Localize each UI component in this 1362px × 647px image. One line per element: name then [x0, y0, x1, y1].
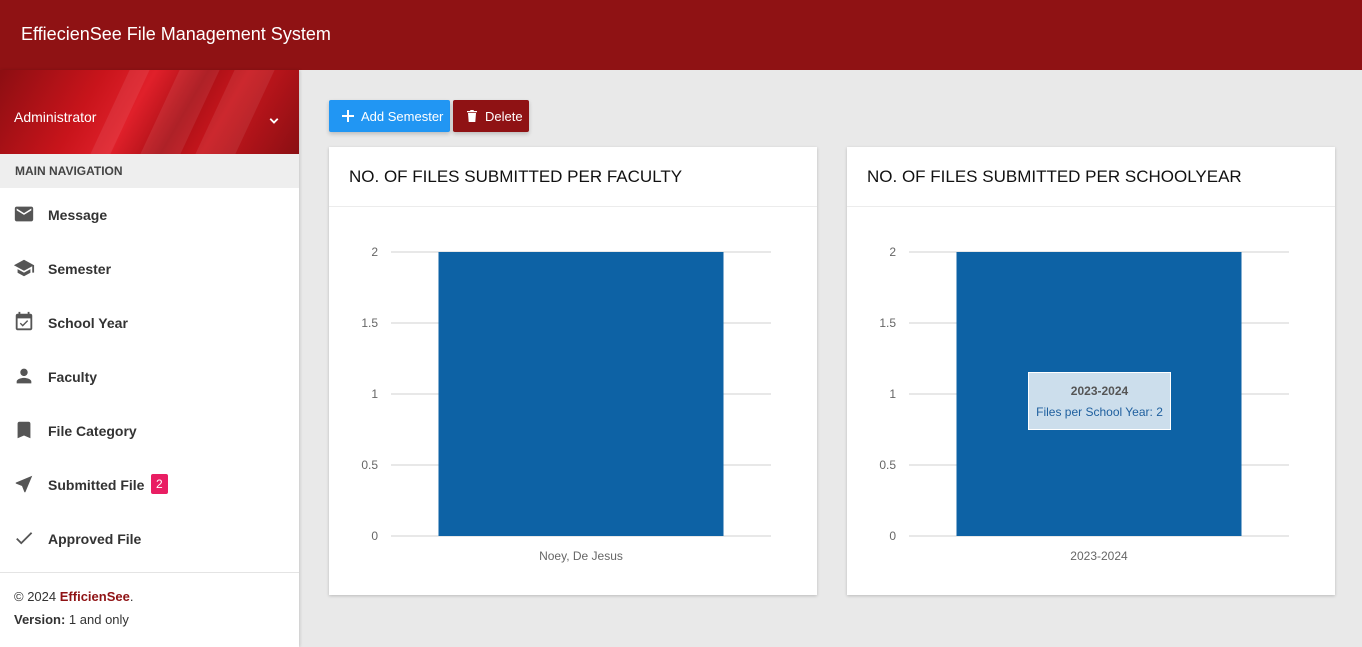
app-title: EffiecienSee File Management System — [21, 24, 331, 44]
version-value: 1 and only — [68, 612, 129, 627]
sidebar-item-approved-file[interactable]: Approved File — [0, 512, 299, 566]
delete-button[interactable]: Delete — [453, 100, 529, 132]
sidebar-item-label: Approved File — [48, 531, 142, 547]
y-tick-label: 2 — [371, 245, 378, 259]
calendar-check-icon — [15, 311, 33, 331]
plus-icon — [342, 110, 354, 122]
version-label: Version: — [14, 612, 66, 627]
add-semester-label: Add Semester — [361, 108, 444, 124]
brand-link[interactable]: EfficienSee — [60, 589, 130, 604]
copyright-text: © 2024 — [14, 589, 57, 604]
user-name: Administrator — [14, 109, 97, 125]
sidebar-item-file-category[interactable]: File Category — [0, 404, 299, 458]
copyright: © 2024 EfficienSee. — [14, 589, 299, 612]
sidebar-item-semester[interactable]: Semester — [0, 242, 299, 296]
sidebar-item-label: Submitted File — [48, 477, 145, 493]
sidebar-item-submitted-file[interactable]: Submitted File 2 — [0, 458, 299, 512]
y-tick-label: 0 — [889, 529, 896, 543]
chevron-down-icon[interactable] — [265, 112, 283, 130]
bookmark-icon — [17, 421, 31, 439]
schoolyear-bar-chart: 0 0.5 1 1.5 2 2023-2024 — [879, 245, 1289, 563]
main-navigation-header: MAIN NAVIGATION — [0, 154, 299, 188]
sidebar-item-school-year[interactable]: School Year — [0, 296, 299, 350]
delete-label: Delete — [485, 108, 523, 124]
y-tick-label: 0 — [371, 529, 378, 543]
tooltip-title: 2023-2024 — [1070, 384, 1129, 398]
y-tick-label: 0.5 — [361, 458, 378, 472]
sidebar: Administrator MAIN NAVIGATION Message Se… — [0, 70, 299, 647]
faculty-chart-card: NO. OF FILES SUBMITTED PER FACULTY 0 0.5 1… — [329, 147, 817, 595]
y-tick-label: 1.5 — [879, 316, 896, 330]
sidebar-item-label: Message — [48, 207, 108, 223]
x-tick-label: Noey, De Jesus — [539, 549, 623, 563]
sidebar-item-faculty[interactable]: Faculty — [0, 350, 299, 404]
top-bar: EffiecienSee File Management System — [0, 0, 1362, 70]
x-tick-label: 2023-2024 — [1070, 549, 1128, 563]
check-icon — [16, 532, 33, 545]
version: Version: 1 and only — [14, 612, 299, 635]
count-badge: 2 — [151, 474, 168, 494]
y-tick-label: 1 — [371, 387, 378, 401]
y-tick-label: 1.5 — [361, 316, 378, 330]
y-tick-label: 1 — [889, 387, 896, 401]
tooltip-text: Files per School Year: 2 — [1036, 405, 1163, 419]
sidebar-item-label: Faculty — [48, 369, 98, 385]
sidebar-item-message[interactable]: Message — [0, 188, 299, 242]
schoolyear-chart-card: NO. OF FILES SUBMITTED PER SCHOOLYEAR 00… — [847, 147, 1335, 595]
sidebar-item-label: Semester — [48, 261, 112, 277]
person-icon — [16, 368, 32, 384]
y-tick-label: 0.5 — [879, 458, 896, 472]
mail-icon — [14, 206, 34, 222]
bar[interactable] — [438, 252, 724, 536]
sidebar-item-label: File Category — [48, 423, 137, 439]
sidebar-footer: © 2024 EfficienSee. Version: 1 and only — [0, 572, 299, 635]
trash-icon — [467, 110, 477, 122]
graduation-cap-icon — [13, 259, 35, 277]
faculty-bar-chart: 0 0.5 1 1.5 2 Noey, De Jesus — [361, 245, 771, 563]
user-panel[interactable]: Administrator — [0, 70, 299, 154]
sidebar-item-label: School Year — [48, 315, 128, 331]
send-icon — [15, 475, 33, 493]
add-semester-button[interactable]: Add Semester — [329, 100, 450, 132]
chart-tooltip: 2023-2024 Files per School Year: 2 — [1028, 372, 1171, 430]
copyright-dot: . — [129, 589, 134, 604]
y-tick-label: 2 — [889, 245, 896, 259]
